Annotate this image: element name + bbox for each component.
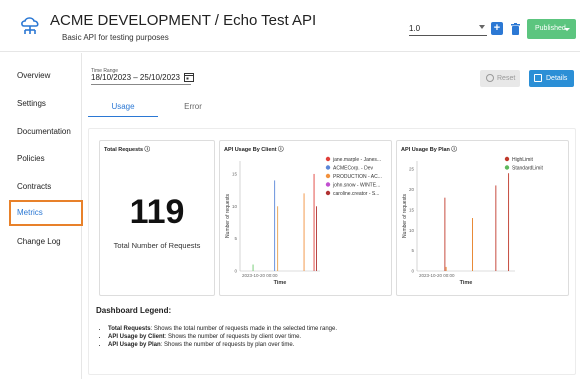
details-button[interactable]: Details xyxy=(529,70,574,87)
metrics-dashboard: Total Requests ⓘ 119 Total Number of Req… xyxy=(88,128,576,375)
bar xyxy=(277,206,279,271)
total-requests-value: 119 xyxy=(129,193,185,231)
api-cloud-icon xyxy=(21,17,39,34)
legend-marker xyxy=(504,156,510,162)
legend-marker xyxy=(325,190,331,196)
y-tick-label: 15 xyxy=(409,207,415,212)
app-header: ACME DEVELOPMENT / Echo Test API Basic A… xyxy=(0,0,580,52)
legend-marker xyxy=(504,165,510,170)
sidebar-item-contracts[interactable]: Contracts xyxy=(9,174,83,200)
legend-marker xyxy=(325,156,331,162)
y-tick-label: 5 xyxy=(234,236,237,241)
legend-marker xyxy=(325,165,331,170)
x-axis-label: Time xyxy=(274,280,287,286)
bar xyxy=(303,193,305,271)
trash-icon[interactable] xyxy=(511,23,520,35)
bar xyxy=(444,197,446,271)
y-axis-label: Number of requests xyxy=(225,194,231,238)
bar xyxy=(495,185,497,271)
bar xyxy=(252,264,254,271)
refresh-icon xyxy=(486,74,494,82)
tab-error[interactable]: Error xyxy=(158,97,228,117)
legend-label: jane.marple - Janes... xyxy=(332,157,381,163)
api-description: Basic API for testing purposes xyxy=(62,33,169,42)
legend-label: HighLimit xyxy=(512,157,533,163)
dashboard-legend-title: Dashboard Legend: xyxy=(96,306,172,315)
sidebar-item-policies[interactable]: Policies xyxy=(9,146,83,172)
sidebar-item-change-log[interactable]: Change Log xyxy=(9,229,83,255)
bar xyxy=(274,180,276,271)
y-tick-label: 5 xyxy=(411,248,414,253)
dashboard-legend: Total Requests: Shows the total number o… xyxy=(108,325,337,349)
y-tick-label: 0 xyxy=(234,269,237,274)
legend-label: PRODUCTION - AC... xyxy=(333,174,382,180)
publish-status-button[interactable]: Published xyxy=(527,19,576,39)
total-requests-title: Total Requests ⓘ xyxy=(104,147,151,153)
y-tick-label: 20 xyxy=(409,187,415,192)
calendar-icon[interactable] xyxy=(184,72,194,82)
reset-label: Reset xyxy=(497,75,516,82)
api-title: ACME DEVELOPMENT / Echo Test API xyxy=(50,12,317,29)
total-requests-caption: Total Number of Requests xyxy=(113,241,201,250)
usage-by-client-card: API Usage By Client ⓘ 0 5 10 15 2023-10-20 0… xyxy=(219,140,392,296)
tab-usage[interactable]: Usage xyxy=(88,97,158,117)
y-tick-label: 25 xyxy=(409,167,415,172)
sidebar-item-settings[interactable]: Settings xyxy=(9,91,83,117)
reset-button[interactable]: Reset xyxy=(480,70,520,87)
legend-label: ACMECorp. - Dev xyxy=(333,165,374,171)
legend-label: StandardLimit xyxy=(512,165,543,171)
y-tick-label: 15 xyxy=(232,171,238,176)
usage-by-client-chart: 0 5 10 15 2023-10-20 00:00 Time Number of requ… xyxy=(225,156,382,286)
y-tick-label: 0 xyxy=(411,269,414,274)
plus-icon: + xyxy=(493,22,501,34)
legend-marker xyxy=(325,173,331,179)
sidebar-item-overview[interactable]: Overview xyxy=(9,63,83,89)
bar xyxy=(316,206,317,271)
legend-item: Total Requests: Shows the total number o… xyxy=(108,325,337,333)
bar xyxy=(508,173,510,271)
y-tick-label: 10 xyxy=(232,204,238,209)
total-requests-card: Total Requests ⓘ 119 Total Number of Req… xyxy=(99,140,215,296)
version-value: 1.0 xyxy=(409,24,421,33)
legend-label: caroline.creator - S... xyxy=(333,191,379,197)
y-tick-label: 10 xyxy=(409,228,415,233)
x-axis-label: Time xyxy=(460,280,473,286)
external-link-icon xyxy=(534,74,542,82)
chevron-down-icon xyxy=(479,25,485,29)
y-axis-label: Number of requests xyxy=(402,194,408,238)
bar xyxy=(472,218,473,271)
usage-by-plan-card: API Usage By Plan ⓘ 0 5 10 15 20 25 2023-10-20… xyxy=(396,140,569,296)
x-tick-label: 2023-10-20 00:00 xyxy=(242,273,278,278)
usage-by-plan-chart: 0 5 10 15 20 25 2023-10-20 00:00 Time Number of … xyxy=(402,156,543,286)
bar xyxy=(445,266,447,271)
details-label: Details xyxy=(546,75,568,82)
chevron-down-icon xyxy=(564,28,570,31)
bar xyxy=(313,173,315,271)
x-tick-label: 2023-10-20 00:00 xyxy=(419,273,455,278)
sidebar-item-metrics[interactable]: Metrics xyxy=(9,200,83,226)
legend-marker xyxy=(325,182,331,187)
sidebar: Overview Settings Documentation Policies… xyxy=(0,53,83,379)
metrics-panel: Time Range 18/10/2023 – 25/10/2023 Reset… xyxy=(88,60,576,375)
time-range-input[interactable]: 18/10/2023 – 25/10/2023 xyxy=(91,73,191,85)
status-label: Published xyxy=(535,25,566,32)
version-select[interactable]: 1.0 xyxy=(409,22,487,36)
legend-label: john.snow - WINTE... xyxy=(332,182,380,188)
sidebar-item-documentation[interactable]: Documentation xyxy=(9,119,83,145)
legend-item: API Usage by Plan: Shows the number of r… xyxy=(108,341,337,349)
legend-item: API Usage by Client: Shows the number of… xyxy=(108,333,337,341)
add-version-button[interactable]: + xyxy=(491,22,503,35)
